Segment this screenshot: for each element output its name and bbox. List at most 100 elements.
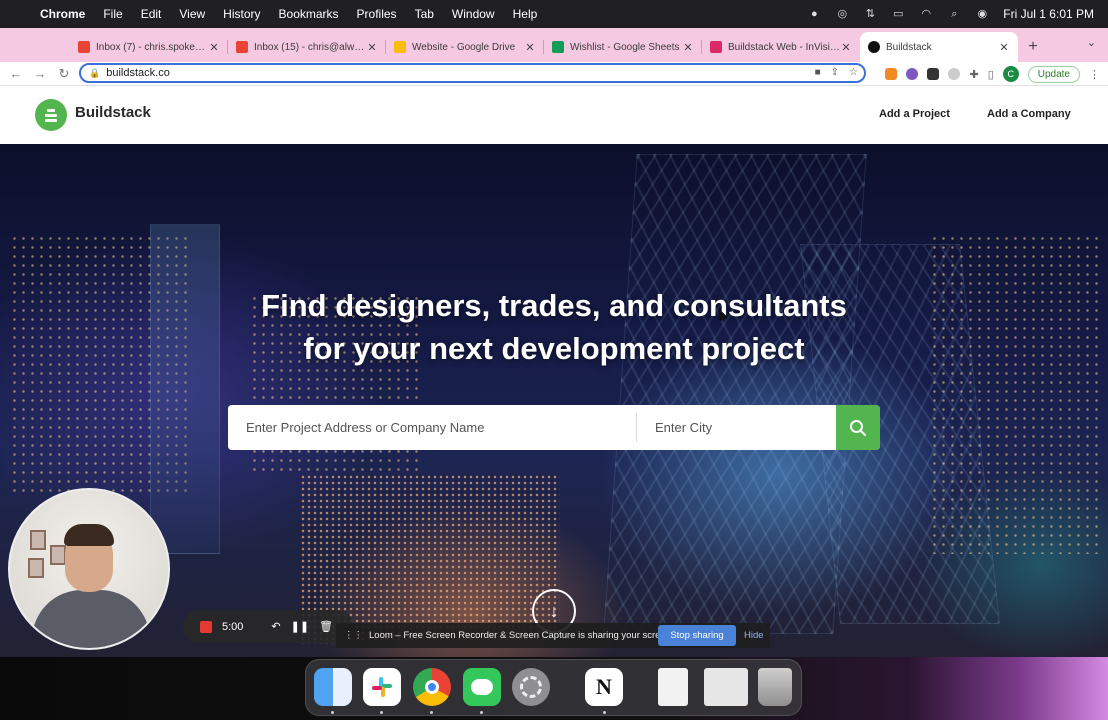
back-arrow-icon[interactable]: ← — [4, 66, 28, 81]
loom-status-icon[interactable]: ◎ — [835, 7, 849, 21]
address-bar[interactable]: 🔒 buildstack.co ■ ⇪ ☆ — [79, 63, 866, 83]
city-input[interactable] — [637, 405, 836, 450]
microphone-icon[interactable]: ● — [807, 7, 821, 21]
browser-tab-strip: Inbox (7) - chris.spoke@gm ✕ Inbox (15) … — [0, 28, 1108, 62]
preview-window-icon[interactable] — [704, 668, 748, 706]
project-search-input[interactable] — [228, 405, 636, 450]
kebab-menu-icon[interactable]: ⋮ — [1089, 68, 1100, 81]
menu-file[interactable]: File — [103, 7, 122, 21]
restart-recording-icon[interactable]: ↶ — [271, 620, 280, 633]
site-logo-text[interactable]: Buildstack — [75, 104, 151, 121]
network-icon[interactable]: ⇅ — [863, 7, 877, 21]
profile-avatar[interactable]: C — [1002, 66, 1019, 82]
reload-icon[interactable]: ↻ — [52, 66, 76, 82]
browser-toolbar: ← → ↻ 🔒 buildstack.co ■ ⇪ ☆ ✚ ▯ C Update… — [0, 62, 1108, 86]
hero-headline-line2: for your next development project — [303, 331, 805, 366]
side-panel-icon[interactable]: ▯ — [988, 68, 994, 81]
google-drive-icon — [394, 41, 406, 53]
tab-title: Website - Google Drive — [412, 41, 516, 53]
tab-gmail-2[interactable]: Inbox (15) - chris@alwaysa ✕ — [228, 32, 386, 62]
macos-menubar: Chrome File Edit View History Bookmarks … — [0, 0, 1108, 28]
google-sheets-icon — [552, 41, 564, 53]
pause-recording-icon[interactable]: ❚❚ — [291, 620, 309, 633]
hero-headline-line1: Find designers, trades, and consultants — [261, 288, 847, 323]
buildstack-favicon-icon — [868, 41, 880, 53]
macos-dock: N — [305, 659, 802, 716]
loom-webcam-bubble[interactable] — [8, 488, 170, 650]
status-area: ● ◎ ⇅ ▭ ◠ ⌕ ◉ Fri Jul 1 6:01 PM — [807, 0, 1094, 28]
extension-grey-icon[interactable] — [948, 68, 961, 80]
menu-window[interactable]: Window — [452, 7, 495, 21]
tab-invision[interactable]: Buildstack Web - InVision ✕ — [702, 32, 860, 62]
drag-handle-icon[interactable]: ⋮⋮ — [344, 630, 363, 641]
new-tab-button[interactable]: + — [1018, 32, 1048, 62]
notion-icon[interactable]: N — [585, 668, 623, 706]
forward-arrow-icon[interactable]: → — [28, 66, 52, 81]
stop-recording-icon[interactable] — [200, 620, 212, 633]
menubar-clock[interactable]: Fri Jul 1 6:01 PM — [1003, 7, 1094, 21]
menu-tab[interactable]: Tab — [415, 7, 434, 21]
document-icon[interactable] — [658, 668, 688, 706]
close-tab-icon[interactable]: ✕ — [840, 41, 852, 54]
delete-recording-icon[interactable]: 🗑 — [319, 620, 333, 633]
tab-search-chevron-icon[interactable]: ⌄ — [1087, 36, 1096, 49]
lock-icon[interactable]: 🔒 — [89, 68, 100, 79]
wall-picture — [28, 558, 44, 578]
menu-help[interactable]: Help — [513, 7, 538, 21]
notion-extension-icon[interactable] — [927, 68, 940, 80]
invision-icon — [710, 41, 722, 53]
search-button[interactable] — [836, 405, 880, 450]
trash-icon[interactable] — [758, 668, 792, 706]
menu-app-name[interactable]: Chrome — [40, 7, 85, 21]
close-tab-icon[interactable]: ✕ — [208, 41, 220, 54]
wifi-icon[interactable]: ◠ — [919, 7, 933, 21]
finder-icon[interactable] — [314, 668, 352, 706]
close-tab-icon[interactable]: ✕ — [366, 41, 378, 54]
tab-google-sheets[interactable]: Wishlist - Google Sheets ✕ — [544, 32, 702, 62]
person-hair — [64, 524, 114, 546]
messages-icon[interactable] — [463, 668, 501, 706]
tab-google-drive[interactable]: Website - Google Drive ✕ — [386, 32, 544, 62]
add-project-link[interactable]: Add a Project — [879, 108, 950, 120]
camera-blocked-icon[interactable]: ■ — [815, 67, 821, 78]
tab-buildstack-active[interactable]: Buildstack ✕ — [860, 32, 1018, 62]
gmail-icon — [236, 41, 248, 53]
window-controls — [0, 28, 70, 62]
url-text[interactable]: buildstack.co — [106, 67, 170, 79]
tab-gmail-1[interactable]: Inbox (7) - chris.spoke@gm ✕ — [70, 32, 228, 62]
spotlight-search-icon[interactable]: ⌕ — [947, 7, 961, 21]
close-tab-icon[interactable]: ✕ — [998, 41, 1010, 54]
site-header: Buildstack Add a Project Add a Company — [0, 86, 1108, 144]
bookmark-star-icon[interactable]: ☆ — [849, 67, 858, 78]
menu-edit[interactable]: Edit — [141, 7, 162, 21]
menu-profiles[interactable]: Profiles — [357, 7, 397, 21]
menu-view[interactable]: View — [179, 7, 205, 21]
slack-icon[interactable] — [363, 668, 401, 706]
siri-icon[interactable]: ◉ — [975, 7, 989, 21]
close-tab-icon[interactable]: ✕ — [682, 41, 694, 54]
tab-title: Wishlist - Google Sheets — [570, 41, 680, 53]
close-tab-icon[interactable]: ✕ — [524, 41, 536, 54]
add-company-link[interactable]: Add a Company — [987, 108, 1071, 120]
extension-purple-icon[interactable] — [906, 68, 919, 80]
chrome-icon[interactable] — [413, 668, 451, 706]
wall-picture — [50, 545, 66, 565]
metamask-extension-icon[interactable] — [885, 68, 898, 80]
screen-sharing-banner: ⋮⋮ Loom – Free Screen Recorder & Screen … — [336, 623, 770, 648]
gmail-icon — [78, 41, 90, 53]
share-icon[interactable]: ⇪ — [831, 67, 839, 78]
menu-history[interactable]: History — [223, 7, 260, 21]
battery-icon[interactable]: ▭ — [891, 7, 905, 21]
update-button[interactable]: Update — [1027, 65, 1080, 83]
buildstack-logo-icon[interactable] — [35, 99, 67, 131]
tab-title: Inbox (15) - chris@alwaysa — [254, 41, 366, 53]
system-preferences-icon[interactable] — [512, 668, 550, 706]
sharing-message: Loom – Free Screen Recorder & Screen Cap… — [369, 630, 674, 641]
puzzle-extensions-icon[interactable]: ✚ — [969, 68, 978, 81]
stop-sharing-button[interactable]: Stop sharing — [658, 625, 736, 646]
menu-bookmarks[interactable]: Bookmarks — [279, 7, 339, 21]
extensions-area: ✚ ▯ C Update ⋮ — [885, 62, 1108, 86]
person-shirt — [32, 590, 150, 648]
hide-sharing-button[interactable]: Hide — [744, 625, 764, 646]
tab-title: Buildstack Web - InVision — [728, 41, 840, 53]
